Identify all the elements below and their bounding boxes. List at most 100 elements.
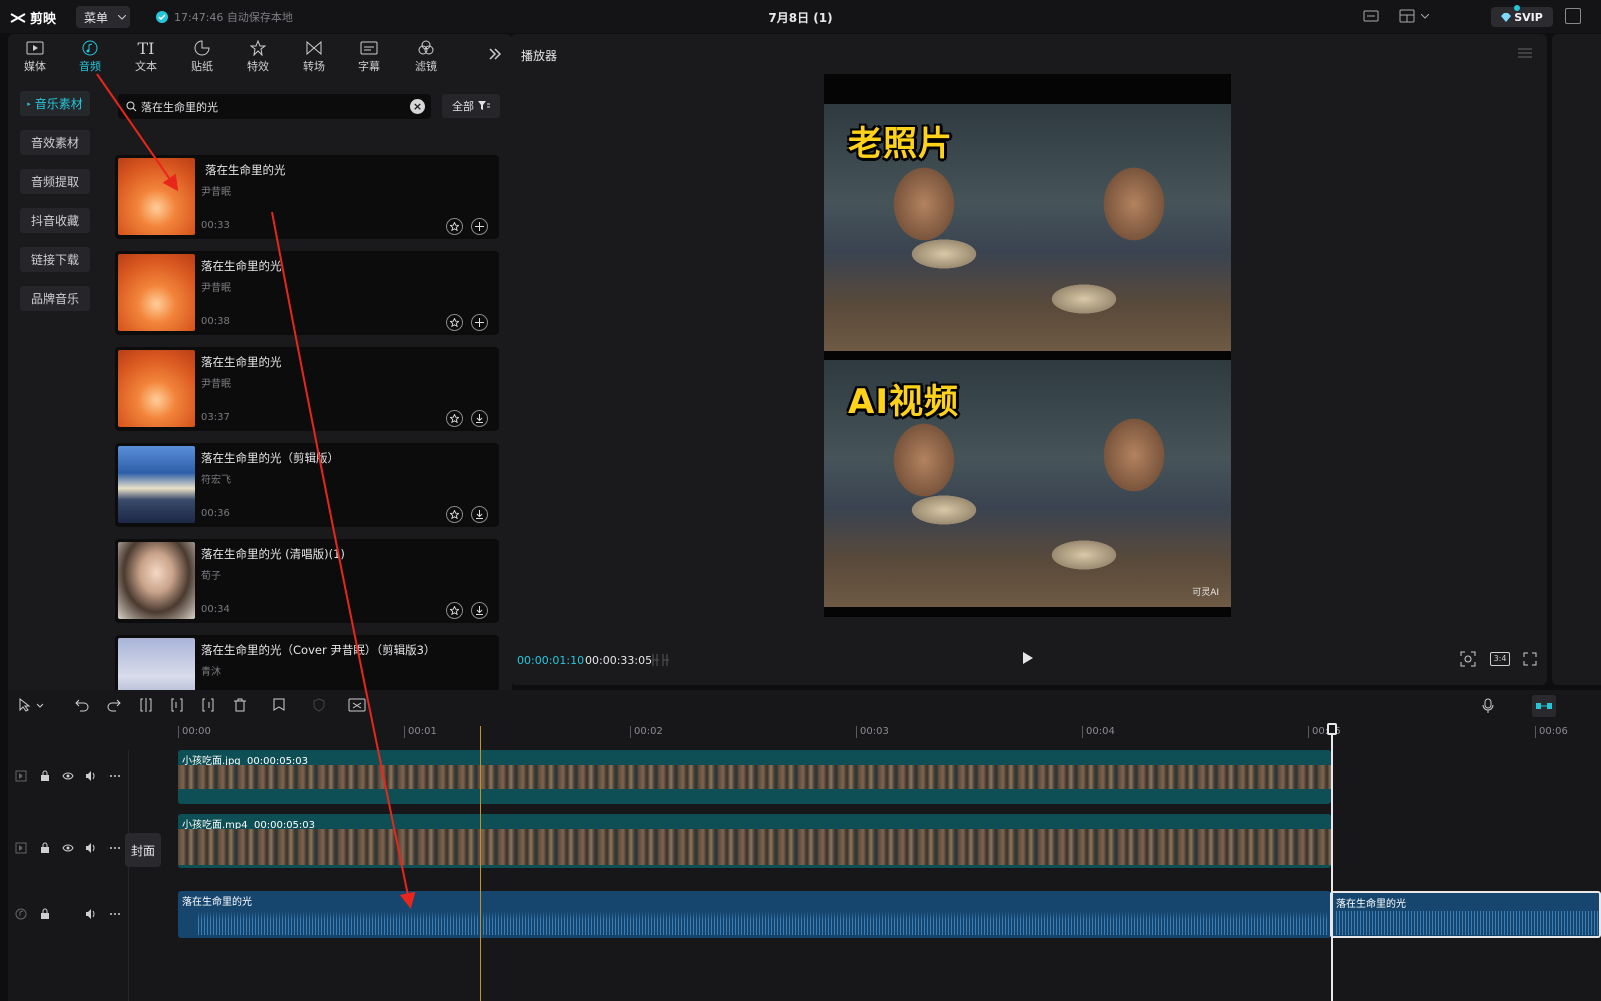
lock-icon[interactable] bbox=[40, 770, 50, 782]
timeline-panel: 00:00 00:01 00:02 00:03 00:04 00:05 00:0… bbox=[8, 690, 1601, 1001]
download-icon[interactable] bbox=[471, 410, 488, 427]
playhead[interactable] bbox=[1331, 723, 1333, 1001]
fit-screen-icon[interactable] bbox=[1460, 651, 1476, 667]
lock-icon[interactable] bbox=[40, 842, 50, 854]
category-sound-effects[interactable]: 音效素材 bbox=[20, 130, 90, 155]
auto-caption-icon[interactable] bbox=[348, 698, 366, 712]
track-header-video-1 bbox=[8, 770, 128, 830]
track-title: 落在生命里的光 bbox=[201, 259, 282, 273]
playhead-handle[interactable] bbox=[1327, 723, 1337, 735]
category-brand-music[interactable]: 品牌音乐 bbox=[20, 286, 90, 311]
volume-icon[interactable] bbox=[85, 842, 97, 854]
category-link-download[interactable]: 链接下载 bbox=[20, 247, 90, 272]
category-audio-extract[interactable]: 音频提取 bbox=[20, 169, 90, 194]
cover-button[interactable]: 封面 bbox=[125, 833, 161, 867]
asset-tabs: 媒体 音频 TI 文本 贴纸 特效 转场 字幕 滤镜 bbox=[8, 34, 512, 78]
favorite-star-icon[interactable] bbox=[446, 506, 463, 523]
category-music[interactable]: ▸ 音乐素材 bbox=[20, 91, 90, 116]
app-logo: 剪映 bbox=[10, 8, 56, 27]
download-icon[interactable] bbox=[471, 602, 488, 619]
more-icon[interactable] bbox=[109, 908, 121, 920]
add-to-track-icon[interactable] bbox=[471, 314, 488, 331]
redo-icon[interactable] bbox=[107, 698, 121, 712]
video-preview[interactable]: 老照片 AI视频 可灵AI bbox=[824, 74, 1231, 617]
trim-right-icon[interactable] bbox=[201, 698, 215, 712]
volume-icon[interactable] bbox=[85, 770, 97, 782]
effects-icon bbox=[250, 40, 266, 56]
svip-button[interactable]: SVIP bbox=[1491, 7, 1553, 27]
track-duration: 00:33 bbox=[201, 220, 230, 231]
clip-thumbnails bbox=[178, 829, 1331, 865]
category-douyin-favorites[interactable]: 抖音收藏 bbox=[20, 208, 90, 233]
undo-icon[interactable] bbox=[75, 698, 89, 712]
category-label: 音效素材 bbox=[30, 136, 79, 150]
tab-subtitle[interactable]: 字幕 bbox=[344, 38, 394, 74]
more-icon[interactable] bbox=[109, 770, 121, 782]
volume-icon[interactable] bbox=[85, 908, 97, 920]
text-icon: TI bbox=[137, 38, 155, 58]
time-ruler[interactable]: 00:00 00:01 00:02 00:03 00:04 00:05 00:0… bbox=[178, 723, 1601, 741]
lock-icon[interactable] bbox=[40, 908, 50, 920]
category-label: 链接下载 bbox=[30, 253, 79, 267]
tab-transition[interactable]: 转场 bbox=[289, 38, 339, 74]
tab-effects-label: 特效 bbox=[247, 60, 269, 73]
tab-media[interactable]: 媒体 bbox=[10, 38, 60, 74]
tab-effects[interactable]: 特效 bbox=[233, 38, 283, 74]
select-tool-icon[interactable] bbox=[18, 698, 44, 712]
tab-text[interactable]: TI 文本 bbox=[121, 38, 171, 74]
audio-clip[interactable]: 落在生命里的光 bbox=[178, 891, 1331, 938]
player-panel: 播放器 老照片 AI视频 可灵AI 00:00:01:10 00:00:33:0… bbox=[510, 34, 1547, 685]
autosave-status: 17:47:46 自动保存本地 bbox=[156, 9, 293, 25]
tab-filter[interactable]: 滤镜 bbox=[401, 38, 451, 74]
clear-search-icon[interactable]: × bbox=[410, 99, 425, 114]
autosave-text: 17:47:46 自动保存本地 bbox=[174, 11, 293, 24]
music-result-item[interactable]: 落在生命里的光 尹昔眠 00:33 bbox=[115, 155, 499, 239]
album-cover bbox=[118, 542, 195, 619]
music-result-item[interactable]: 落在生命里的光（剪辑版） 符宏飞 00:36 bbox=[115, 443, 499, 527]
tab-sticker[interactable]: 贴纸 bbox=[177, 38, 227, 74]
microphone-icon[interactable] bbox=[1482, 698, 1494, 714]
album-cover bbox=[118, 158, 195, 235]
favorite-star-icon[interactable] bbox=[446, 314, 463, 331]
video-clip-mp4[interactable]: 小孩吃面.mp4 00:00:05:03 bbox=[178, 814, 1331, 868]
more-icon[interactable] bbox=[109, 842, 121, 854]
clip-thumbnails bbox=[178, 765, 1331, 789]
split-icon[interactable] bbox=[139, 698, 153, 712]
trim-left-icon[interactable] bbox=[170, 698, 184, 712]
eye-icon[interactable] bbox=[62, 842, 74, 854]
ruler-label: 00:00 bbox=[178, 726, 211, 738]
chevron-down-icon bbox=[118, 14, 127, 20]
audio-clip-selected[interactable]: 落在生命里的光 bbox=[1330, 891, 1601, 938]
layout-icon[interactable] bbox=[1399, 9, 1429, 23]
delete-icon[interactable] bbox=[233, 698, 247, 712]
shortcut-icon[interactable] bbox=[1363, 9, 1379, 23]
timecode-grid-icon[interactable] bbox=[651, 653, 673, 667]
favorite-star-icon[interactable] bbox=[446, 602, 463, 619]
music-search-input[interactable]: 落在生命里的光 × bbox=[118, 94, 431, 119]
hover-cursor-line bbox=[480, 726, 481, 1001]
music-result-item[interactable]: 落在生命里的光 (清唱版)(1) 荀子 00:34 bbox=[115, 539, 499, 623]
favorite-star-icon[interactable] bbox=[446, 218, 463, 235]
window-minimize-icon[interactable] bbox=[1565, 8, 1581, 24]
watermark: 可灵AI bbox=[1192, 588, 1219, 598]
eye-icon[interactable] bbox=[62, 770, 74, 782]
music-result-item[interactable]: 落在生命里的光 尹昔眠 03:37 bbox=[115, 347, 499, 431]
video-clip-jpg[interactable]: 小孩吃面.jpg 00:00:05:03 bbox=[178, 750, 1331, 804]
more-tabs-icon[interactable] bbox=[489, 48, 501, 60]
tab-audio[interactable]: 音频 bbox=[65, 38, 115, 74]
play-button[interactable] bbox=[1022, 651, 1034, 665]
aspect-ratio-button[interactable]: 3:4 bbox=[1490, 652, 1510, 666]
track-duration: 00:36 bbox=[201, 508, 230, 519]
favorite-star-icon[interactable] bbox=[446, 410, 463, 427]
download-icon[interactable] bbox=[471, 506, 488, 523]
menu-button[interactable]: 菜单 bbox=[76, 6, 130, 28]
add-to-track-icon[interactable] bbox=[471, 218, 488, 235]
music-result-item[interactable]: 落在生命里的光 尹昔眠 00:38 bbox=[115, 251, 499, 335]
ai-video-frame: AI视频 可灵AI bbox=[824, 360, 1231, 607]
fullscreen-icon[interactable] bbox=[1523, 652, 1537, 666]
top-bar: 剪映 菜单 17:47:46 自动保存本地 7月8日 (1) SVIP bbox=[0, 0, 1601, 33]
mark-icon[interactable] bbox=[272, 698, 286, 712]
filter-all-button[interactable]: 全部 bbox=[442, 94, 500, 118]
snap-toggle-icon[interactable] bbox=[1532, 695, 1556, 717]
player-menu-icon[interactable] bbox=[1518, 48, 1532, 58]
